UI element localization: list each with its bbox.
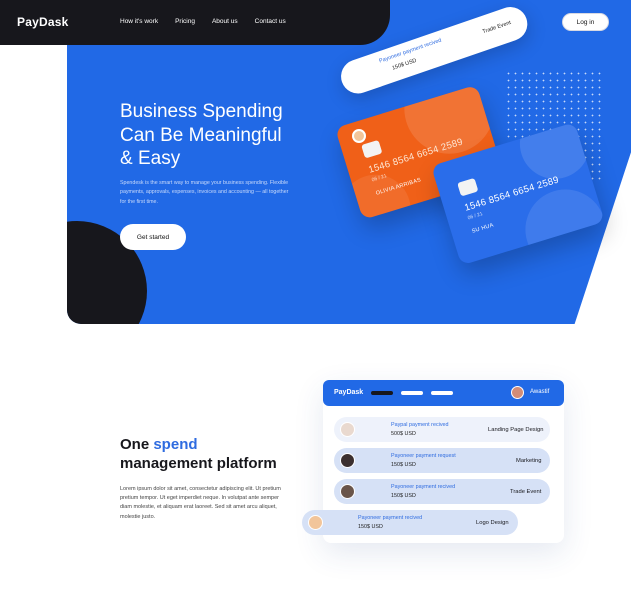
section-title-prefix: One [120,436,154,453]
card-chip-icon [361,139,383,159]
nav-link-how-it-works[interactable]: How it's work [120,18,158,25]
hero-title-line-2: Can Be Meaningful [120,124,282,146]
main-nav: How it's work Pricing About us Contact u… [120,18,286,25]
payment-tag: Marketing [516,458,542,464]
list-item[interactable]: Paypal payment recived 500$ USD Landing … [334,417,550,442]
panel-logo: PayDask [334,389,364,396]
payment-amount: 500$ USD [391,431,416,437]
section-description: Lorem ipsum dolor sit amet, consectetur … [120,486,281,520]
payment-amount: 150$ USD [391,462,416,468]
card-chip-icon [457,177,479,197]
payment-amount: 150$ USD [391,493,416,499]
notification-amount: 150$ USD [391,57,418,72]
section-title-accent: spend [153,436,198,453]
panel-header: PayDask Awastif [323,380,564,406]
list-item[interactable]: Payoneer payment recived 150$ USD Trade … [334,479,550,504]
brand-logo[interactable]: PayDask [17,15,68,29]
top-navigation-bar: PayDask How it's work Pricing About us C… [0,0,390,45]
list-item[interactable]: Payoneer payment recived 150$ USD Logo D… [302,510,518,535]
payment-title: Paypal payment recived [391,422,449,428]
hero-description: Spendesk is the smart way to manage your… [120,180,289,205]
landing-page: PayDask How it's work Pricing About us C… [0,0,631,599]
panel-tab[interactable] [431,391,453,395]
panel-tab[interactable] [371,391,393,395]
payment-title: Payoneer payment recived [358,515,423,521]
hero-title: Business Spending Can Be Meaningful & Ea… [120,100,310,171]
card-holder: SU HUA [471,222,495,235]
panel-user-name: Awastif [530,389,550,395]
get-started-button[interactable]: Get started [120,224,186,250]
avatar [340,484,355,499]
avatar [340,422,355,437]
payment-tag: Trade Event [510,489,542,495]
login-button[interactable]: Log in [562,13,609,31]
payment-amount: 150$ USD [358,524,383,530]
notification-tag: Trade Event [481,19,512,36]
nav-link-about-us[interactable]: About us [212,18,238,25]
payment-title: Payoneer payment request [391,453,456,459]
avatar[interactable] [511,386,524,399]
payment-title: Payoneer payment recived [391,484,456,490]
hero-title-line-1: Business Spending [120,101,283,122]
avatar [308,515,323,530]
nav-link-contact-us[interactable]: Contact us [255,18,286,25]
section-title-suffix: management platform [120,455,277,472]
section-title: One spend management platform [120,435,310,473]
avatar [352,129,366,143]
avatar [340,453,355,468]
panel-tab[interactable] [401,391,423,395]
hero-title-line-3: & Easy [120,148,181,169]
payment-tag: Logo Design [476,520,509,526]
nav-link-pricing[interactable]: Pricing [175,18,195,25]
list-item[interactable]: Payoneer payment request 150$ USD Market… [334,448,550,473]
payment-tag: Landing Page Design [488,427,544,433]
